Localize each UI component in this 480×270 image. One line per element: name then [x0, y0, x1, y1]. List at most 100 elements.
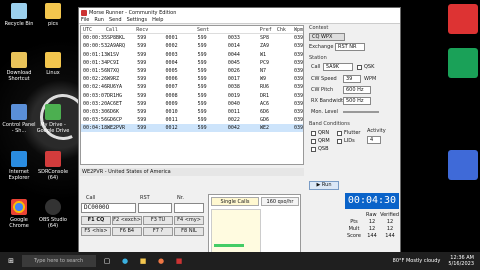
log-row[interactable]: 00:03:56 GD6CP 599 0011 599 0022 GD6 039	[81, 116, 303, 124]
recycle-bin-icon[interactable]: Recycle Bin	[2, 3, 36, 27]
log-row[interactable]: 00:01:56 N7XQ 599 0005 599 0026 N7 039	[81, 67, 303, 75]
log-cell: 00:02:26	[83, 76, 108, 83]
log-row[interactable]: 00:00:53 2A9ARQ 599 0002 599 0014 ZA9 039	[81, 42, 303, 50]
score-header-blank	[345, 212, 363, 219]
menu-run[interactable]: Run	[94, 17, 104, 23]
call-input[interactable]: DC0000O	[81, 203, 136, 213]
log-cell: SP8BKL	[107, 35, 126, 42]
folder-linux-icon[interactable]: Linux	[36, 52, 70, 76]
f1-cq-button[interactable]: F1 CQ	[81, 216, 111, 225]
log-row[interactable]: 00:03:20 AC6ET 599 0009 599 0040 AC6 039	[81, 100, 303, 108]
log-cell: WE2	[259, 125, 270, 132]
lids-checkbox[interactable]: LIDs	[337, 138, 355, 144]
f3-tu-button[interactable]: F3 TU	[143, 216, 173, 225]
control-panel-icon[interactable]: Control Panel - Sh...	[2, 104, 36, 134]
cw-pitch-select[interactable]: 600 Hz	[343, 86, 371, 94]
log-row[interactable]: 00:01:34 PC9I 599 0004 599 0045 PC9 039	[81, 59, 303, 67]
chrome-taskbar-icon[interactable]: ●	[154, 255, 168, 267]
log-cell: N7XQ	[107, 68, 120, 75]
run-button[interactable]: ▶ Run	[309, 181, 339, 190]
contest-select[interactable]: CQ WPX	[309, 33, 345, 41]
f8-nil-button[interactable]: F8 NIL	[174, 227, 204, 236]
desktop-label: OBS Studio (64)	[39, 217, 67, 229]
station-call-input[interactable]: 5A9K	[323, 63, 353, 71]
rx-bandwidth-label: RX Bandwidth	[311, 98, 347, 104]
log-cell: 039	[293, 108, 304, 115]
obs-studio-icon[interactable]: OBS Studio (64)	[36, 199, 70, 229]
score-row: Score 144 144	[346, 233, 395, 239]
f5-his-button[interactable]: F5 <his>	[81, 227, 111, 236]
log-row[interactable]: 00:02:46 RU6YA 599 0007 599 0038 RU6 039	[81, 83, 303, 91]
flutter-checkbox[interactable]: Flutter	[337, 130, 361, 136]
log-cell: 00:04:18	[83, 125, 108, 132]
qrn-checkbox[interactable]: QRN	[311, 130, 329, 136]
log-cell: 0022	[227, 117, 240, 124]
menu-file[interactable]: File	[81, 17, 89, 23]
desktop-label: pics	[48, 21, 58, 27]
exchange-label: Exchange	[309, 44, 334, 50]
activity-input[interactable]: 4	[367, 136, 381, 144]
single-calls-tab[interactable]: Single Calls	[211, 197, 259, 206]
log-cell: 599	[197, 43, 207, 50]
google-chrome-icon[interactable]: Google Chrome	[2, 199, 36, 229]
qrm-checkbox[interactable]: QRM	[311, 138, 330, 144]
qsk-checkbox[interactable]: QSK	[357, 64, 374, 70]
log-row[interactable]: 00:03:30 6D6K 599 0010 599 0011 6D6 039	[81, 108, 303, 116]
pdf-file-icon[interactable]	[448, 4, 478, 34]
sdrconsole-icon[interactable]: SDRConsole (64)	[36, 151, 70, 181]
internet-explorer-icon[interactable]: Internet Explorer	[2, 151, 36, 181]
f7-question-button[interactable]: F7 ?	[143, 227, 173, 236]
log-cell: 6D6	[259, 108, 270, 115]
file-explorer-icon[interactable]: ■	[136, 255, 150, 267]
app-shortcut-2-icon[interactable]	[448, 150, 478, 180]
f4-my-button[interactable]: F4 <my>	[174, 216, 204, 225]
log-cell: 00:00:35	[83, 35, 108, 42]
google-drive-icon[interactable]: My Drive - Google Drive	[36, 104, 70, 134]
log-row[interactable]: 00:00:35 SP8BKL 599 0001 599 0033 SP8 039	[81, 34, 303, 42]
edge-icon[interactable]: ●	[118, 255, 132, 267]
morse-runner-taskbar-icon[interactable]: ■	[172, 255, 186, 267]
qsb-checkbox[interactable]: QSB	[311, 146, 329, 152]
log-row[interactable]: 00:02:26 W9RZ 599 0006 599 0017 W9 039	[81, 75, 303, 83]
exchange-input[interactable]: RST NR	[335, 43, 365, 51]
log-cell: 599	[197, 59, 207, 66]
nr-input[interactable]	[174, 203, 204, 213]
taskbar-search[interactable]: Type here to search	[22, 255, 96, 267]
activity-label: Activity	[367, 128, 386, 134]
title-bar[interactable]: Morse Runner - Community Edition	[79, 8, 400, 17]
log-row[interactable]: 00:01:13 W1SV 599 0003 599 0044 W1 039	[81, 51, 303, 59]
app-shortcut-icon[interactable]	[448, 48, 478, 78]
task-view-icon[interactable]: ▢	[100, 255, 114, 267]
log-cell: PC9I	[107, 59, 120, 66]
cw-speed-input[interactable]: 39	[343, 75, 361, 83]
download-shortcut-icon[interactable]: Download Shortcut	[2, 52, 36, 82]
log-cell: N7	[259, 68, 267, 75]
window-title: Morse Runner - Community Edition	[89, 9, 177, 16]
menu-send[interactable]: Send	[109, 17, 122, 23]
clock[interactable]: 12:36 AM 5/16/2023	[448, 255, 474, 267]
log-cell: 0006	[165, 76, 178, 83]
weather-widget[interactable]: 80°F Mostly cloudy	[393, 258, 441, 264]
qso-log-table[interactable]: UTC Call Recv Sent Pref Chk Wpm 00:00:35…	[80, 25, 304, 165]
menu-help[interactable]: Help	[152, 17, 163, 23]
log-cell: 0012	[165, 125, 178, 132]
log-row[interactable]: 00:04:18 WE2PVR 599 0012 599 0042 WE2 039	[81, 124, 303, 133]
f6-b4-button[interactable]: F6 B4	[112, 227, 142, 236]
log-cell: 599	[197, 68, 207, 75]
score-row: Mult 12 12	[348, 226, 394, 232]
log-cell: 599	[197, 35, 207, 42]
log-cell: 0011	[165, 117, 178, 124]
folder-pics-icon[interactable]: pics	[36, 3, 70, 27]
rx-bandwidth-select[interactable]: 500 Hz	[343, 97, 371, 105]
cw-pitch-label: CW Pitch	[311, 87, 334, 93]
log-cell: 599	[197, 100, 207, 107]
rst-input[interactable]	[138, 203, 172, 213]
log-cell: 0008	[165, 92, 178, 99]
score-table: Raw Verified Pts 12 12 Mult 12 12 Score 144 14…	[345, 212, 399, 240]
log-row[interactable]: 00:03:07 DR1HG 599 0008 599 0019 DR1 039	[81, 92, 303, 100]
menu-settings[interactable]: Settings	[127, 17, 148, 23]
mon-level-slider[interactable]	[343, 111, 379, 113]
f2-exch-button[interactable]: F2 <exch>	[112, 216, 142, 225]
log-cell: PC9	[259, 59, 270, 66]
windows-start-icon[interactable]: ⊞	[4, 255, 18, 267]
